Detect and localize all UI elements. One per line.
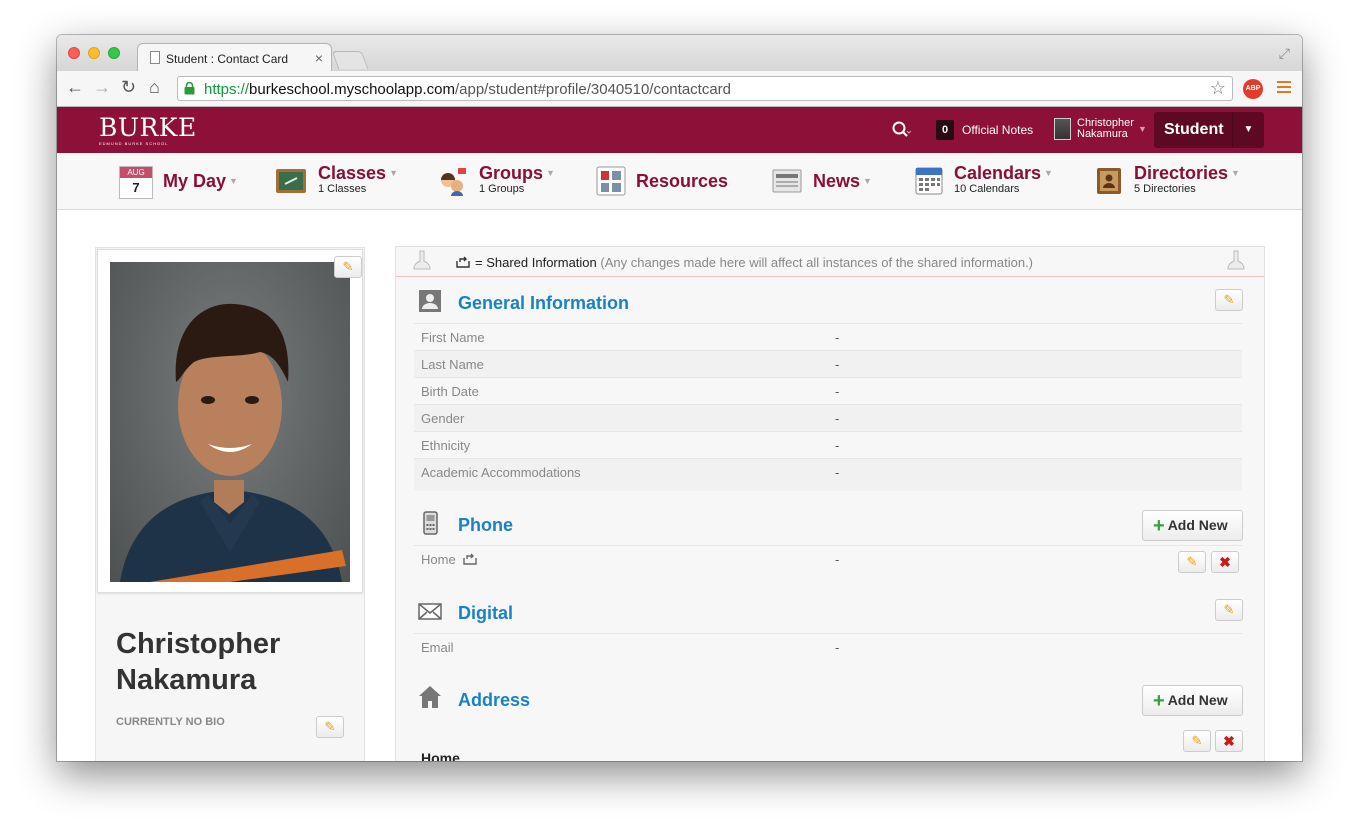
browser-menu-icon[interactable] [1277,81,1291,95]
house-icon [419,686,441,708]
lock-icon [184,82,195,95]
resources-icon [596,166,626,196]
table-row: Email - [414,633,1242,666]
new-tab-button[interactable] [331,51,369,69]
add-address-button[interactable]: + Add New [1142,685,1243,716]
share-icon [456,256,470,268]
group-people-icon [441,168,466,196]
contact-details-panel: = Shared Information (Any changes made h… [395,246,1265,761]
share-icon [463,553,478,565]
search-icon[interactable] [891,120,911,140]
bookmark-star-icon[interactable]: ☆ [1210,78,1226,99]
chalkboard-icon [276,169,306,193]
table-row: Academic Accommodations - [414,458,1242,491]
official-notes-link[interactable]: Official Notes [962,123,1033,137]
edit-address-button[interactable]: ✎ [1183,730,1211,752]
nav-my-day[interactable]: AUG 7 My Day ▼ [119,163,249,201]
plus-icon: + [1153,515,1165,537]
student-photo [110,262,350,582]
general-info-title: General Information [458,293,630,313]
id-card-icon [419,290,441,312]
edit-phone-button[interactable]: ✎ [1178,551,1206,573]
nav-classes[interactable]: Classes ▼ 1 Classes [275,163,405,201]
edit-general-button[interactable]: ✎ [1215,289,1243,311]
nav-news[interactable]: News ▼ [771,163,881,201]
student-portrait-image [120,303,346,582]
delete-address-button[interactable]: ✖ [1215,730,1243,752]
main-navigation: AUG 7 My Day ▼ Classes ▼ 1 Classes Groups ▼… [57,153,1302,210]
phone-title: Phone [458,515,514,535]
address-bar[interactable]: https://burkeschool.myschoolapp.com/app/… [177,76,1233,101]
tab-close-icon[interactable]: × [315,50,323,66]
edit-digital-button[interactable]: ✎ [1215,599,1243,621]
address-title: Address [458,690,531,710]
browser-toolbar: ← → ↻ ⌂ https://burkeschool.myschoolapp.… [57,71,1302,107]
shared-info-bar: = Shared Information (Any changes made h… [396,247,1264,277]
address-book-icon [1097,168,1121,194]
school-logo[interactable]: BURKE EDMUND BURKE SCHOOL [99,115,197,146]
nav-groups[interactable]: Groups ▼ 1 Groups [436,163,566,201]
table-row: Ethnicity - [414,431,1242,458]
chevron-down-icon[interactable]: ▼ [1138,124,1147,134]
url-text: https://burkeschool.myschoolapp.com/app/… [204,81,732,98]
home-icon[interactable]: ⌂ [149,77,160,98]
role-switcher-button[interactable]: Student ▼ [1154,112,1264,148]
browser-window: Student : Contact Card × ⤢ ← → ↻ ⌂ https… [57,35,1302,761]
nav-directories[interactable]: Directories ▼ 5 Directories [1095,163,1255,201]
reload-icon[interactable]: ↻ [121,77,136,98]
notes-count-badge[interactable]: 0 [936,120,954,140]
browser-tab[interactable]: Student : Contact Card × [137,43,332,71]
add-phone-button[interactable]: + Add New [1142,510,1243,541]
photo-frame: ✎ [97,249,363,593]
nav-calendars[interactable]: Calendars ▼ 10 Calendars [914,163,1064,201]
table-row: Gender - [414,404,1242,431]
plus-icon: + [1153,690,1165,712]
forward-icon[interactable]: → [93,77,111,98]
role-label: Student [1164,121,1224,138]
tab-title: Student : Contact Card [166,52,289,66]
table-row: First Name - [414,323,1242,350]
newspaper-icon [772,169,802,193]
avatar[interactable] [1054,118,1071,140]
close-window-button[interactable] [68,47,80,59]
envelope-icon [418,603,442,620]
page-content: ✎ Christopher Nakamura CURRENTLY NO BIO … [57,210,1302,761]
shared-info-legend: = Shared Information (Any changes made h… [456,255,1033,270]
zoom-window-button[interactable] [108,47,120,59]
delete-phone-button[interactable]: ✖ [1211,551,1239,573]
nav-resources[interactable]: Resources [595,163,735,201]
pin-icon [413,250,431,270]
document-icon [150,51,160,64]
address-home-label: Home [421,750,460,761]
tab-bar: Student : Contact Card × ⤢ [57,35,1302,71]
bio-text: CURRENTLY NO BIO [116,716,225,728]
phone-icon [423,511,438,535]
app-header: BURKE EDMUND BURKE SCHOOL 0 Official Not… [57,107,1302,153]
profile-card: ✎ Christopher Nakamura CURRENTLY NO BIO … [95,247,365,761]
minimize-window-button[interactable] [88,47,100,59]
edit-bio-button[interactable]: ✎ [316,716,344,738]
user-menu[interactable]: Christopher Nakamura [1077,118,1134,140]
pin-icon [1227,250,1245,270]
table-row: Last Name - [414,350,1242,377]
chevron-down-icon[interactable]: ▼ [1232,112,1264,148]
calendar-icon [915,167,943,195]
digital-title: Digital [458,603,514,623]
table-row: Home - [414,545,1242,579]
fullscreen-icon[interactable]: ⤢ [1279,45,1290,62]
student-name: Christopher Nakamura [116,628,281,696]
adblock-icon[interactable]: ABP [1243,79,1263,99]
table-row: Birth Date - [414,377,1242,404]
edit-photo-button[interactable]: ✎ [334,256,362,278]
back-icon[interactable]: ← [66,77,84,98]
calendar-date-icon: AUG 7 [119,166,153,199]
